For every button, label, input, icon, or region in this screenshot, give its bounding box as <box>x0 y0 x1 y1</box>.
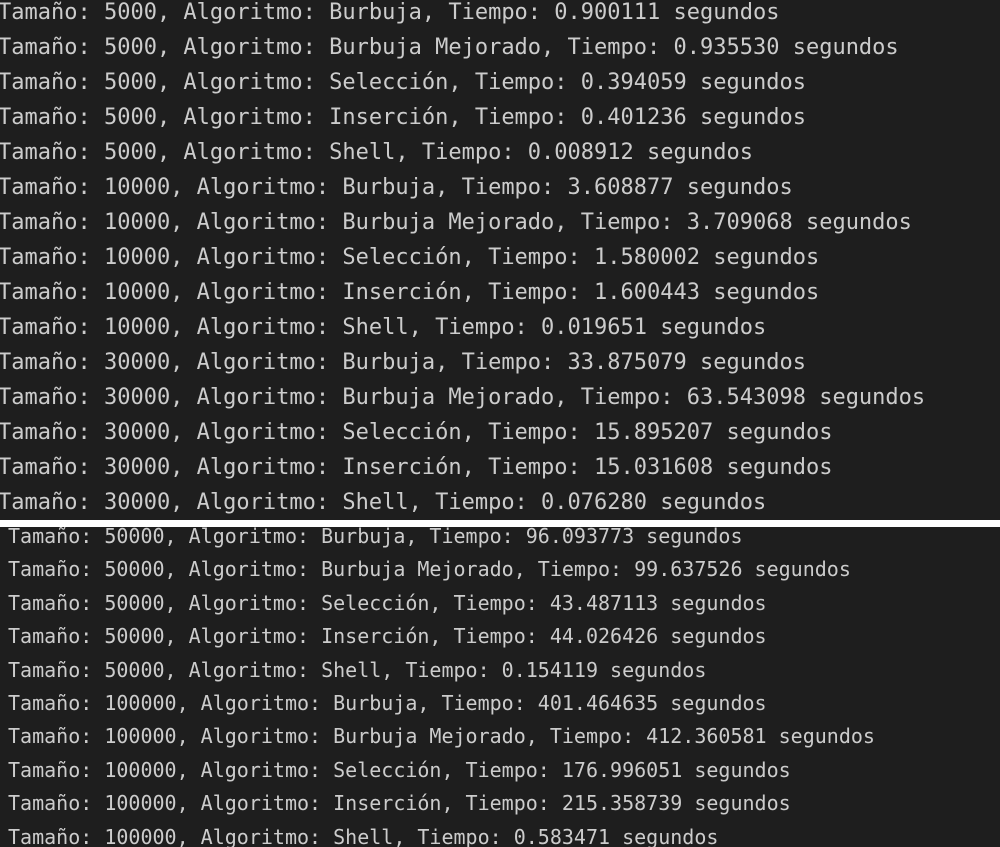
terminal-line: Tamaño: 50000, Algoritmo: Selección, Tie… <box>8 590 767 615</box>
terminal-line: Tamaño: 5000, Algoritmo: Burbuja Mejorad… <box>0 35 899 60</box>
terminal-output-top: Tamaño: 5000, Algoritmo: Burbuja, Tiempo… <box>0 0 1000 520</box>
terminal-line: Tamaño: 5000, Algoritmo: Selección, Tiem… <box>0 70 806 95</box>
terminal-line: Tamaño: 5000, Algoritmo: Burbuja, Tiempo… <box>0 0 780 25</box>
terminal-line: Tamaño: 100000, Algoritmo: Burbuja, Tiem… <box>8 691 767 715</box>
screenshot-divider <box>0 520 1000 527</box>
terminal-line: Tamaño: 100000, Algoritmo: Burbuja Mejor… <box>8 724 875 749</box>
terminal-line: Tamaño: 10000, Algoritmo: Inserción, Tie… <box>0 280 820 305</box>
terminal-line: Tamaño: 100000, Algoritmo: Shell, Tiempo… <box>8 824 719 847</box>
terminal-line: Tamaño: 30000, Algoritmo: Burbuja Mejora… <box>0 385 926 410</box>
terminal-output-bottom: Tamaño: 50000, Algoritmo: Burbuja, Tiemp… <box>0 527 1000 847</box>
terminal-line: Tamaño: 10000, Algoritmo: Burbuja, Tiemp… <box>0 175 793 200</box>
terminal-line: Tamaño: 100000, Algoritmo: Inserción, Ti… <box>8 791 791 816</box>
terminal-line: Tamaño: 30000, Algoritmo: Inserción, Tie… <box>0 455 833 480</box>
terminal-line: Tamaño: 10000, Algoritmo: Shell, Tiempo:… <box>0 315 767 340</box>
terminal-line: Tamaño: 5000, Algoritmo: Inserción, Tiem… <box>0 105 806 130</box>
terminal-line: Tamaño: 50000, Algoritmo: Shell, Tiempo:… <box>8 657 707 682</box>
terminal-line: Tamaño: 50000, Algoritmo: Inserción, Tie… <box>8 624 767 649</box>
terminal-line: Tamaño: 10000, Algoritmo: Selección, Tie… <box>0 245 820 270</box>
terminal-line: Tamaño: 30000, Algoritmo: Selección, Tie… <box>0 420 833 445</box>
terminal-line: Tamaño: 100000, Algoritmo: Selección, Ti… <box>8 757 791 782</box>
terminal-line: Tamaño: 30000, Algoritmo: Burbuja, Tiemp… <box>0 350 806 375</box>
terminal-line: Tamaño: 50000, Algoritmo: Burbuja Mejora… <box>8 557 851 582</box>
terminal-line: Tamaño: 10000, Algoritmo: Burbuja Mejora… <box>0 210 912 235</box>
terminal-line: Tamaño: 5000, Algoritmo: Shell, Tiempo: … <box>0 140 753 165</box>
terminal-line: Tamaño: 50000, Algoritmo: Burbuja, Tiemp… <box>8 527 743 548</box>
terminal-line: Tamaño: 30000, Algoritmo: Shell, Tiempo:… <box>0 490 767 515</box>
